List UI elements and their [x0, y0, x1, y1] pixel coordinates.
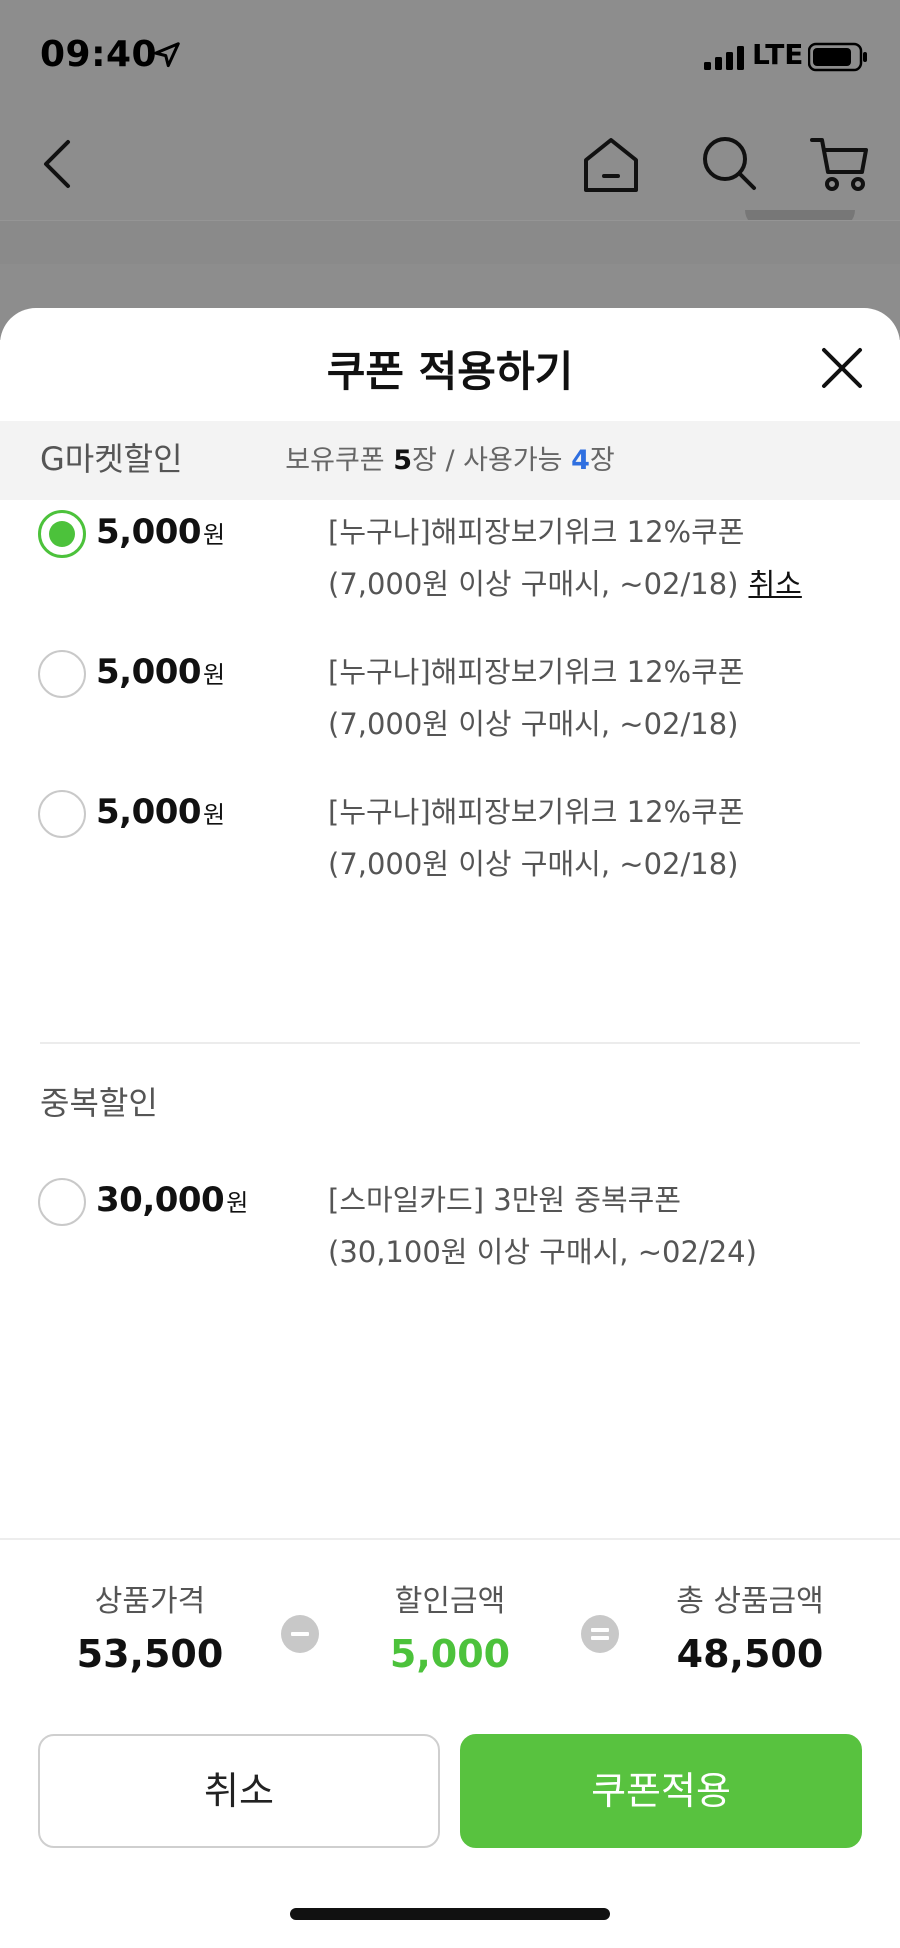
location-arrow-icon [154, 42, 180, 68]
coupon-condition: (30,100원 이상 구매시, ~02/24) [328, 1235, 757, 1269]
coupon-condition: (7,000원 이상 구매시, ~02/18) [328, 847, 739, 881]
cancel-button[interactable]: 취소 [38, 1734, 440, 1848]
back-icon[interactable] [38, 138, 78, 190]
discount-value: 5,000 [389, 1632, 511, 1676]
total-label: 총 상품금액 [676, 1584, 824, 1619]
coupon-name: [누구나]해피장보기위크 12%쿠폰 [328, 515, 745, 549]
background-overlay[interactable]: 09:40 LTE [0, 0, 900, 340]
coupon-amount: 5,000원 [96, 792, 225, 832]
coupon-description: [누구나]해피장보기위크 12%쿠폰 (7,000원 이상 구매시, ~02/1… [328, 646, 744, 750]
radio-unselected[interactable] [38, 790, 86, 838]
owned-unit: 장 / 사용가능 [412, 445, 572, 476]
coupon-name: [누구나]해피장보기위크 12%쿠폰 [328, 655, 745, 689]
radio-unselected[interactable] [38, 650, 86, 698]
battery-icon [808, 42, 867, 72]
equals-icon [581, 1615, 619, 1653]
coupon-name: [누구나]해피장보기위크 12%쿠폰 [328, 795, 745, 829]
product-price-value: 53,500 [76, 1632, 224, 1676]
owned-count: 5 [393, 445, 413, 476]
coupon-amount: 5,000원 [96, 652, 225, 692]
coupon-description: [스마일카드] 3만원 중복쿠폰 (30,100원 이상 구매시, ~02/24… [328, 1174, 757, 1278]
coupon-option[interactable]: 5,000원 [누구나]해피장보기위크 12%쿠폰 (7,000원 이상 구매시… [0, 784, 900, 894]
coupon-option[interactable]: 5,000원 [누구나]해피장보기위크 12%쿠폰 (7,000원 이상 구매시… [0, 504, 900, 614]
coupon-name: [스마일카드] 3만원 중복쿠폰 [328, 1183, 681, 1217]
home-icon[interactable] [580, 134, 642, 196]
total-price: 총 상품금액 48,500 [620, 1576, 880, 1676]
total-value: 48,500 [676, 1632, 824, 1676]
coupon-option[interactable]: 5,000원 [누구나]해피장보기위크 12%쿠폰 (7,000원 이상 구매시… [0, 644, 900, 754]
coupon-amount: 5,000원 [96, 512, 225, 552]
status-time: 09:40 [40, 34, 158, 75]
product-price: 상품가격 53,500 [20, 1576, 280, 1676]
discount-label: 할인금액 [394, 1584, 506, 1619]
coupon-amount: 30,000원 [96, 1180, 248, 1220]
minus-icon [281, 1615, 319, 1653]
coupon-description: [누구나]해피장보기위크 12%쿠폰 (7,000원 이상 구매시, ~02/1… [328, 506, 802, 610]
available-count: 4 [571, 445, 590, 476]
coupon-condition: (7,000원 이상 구매시, ~02/18) [328, 567, 739, 601]
owned-label: 보유쿠폰 [285, 445, 394, 476]
discount-amount: 할인금액 5,000 [320, 1576, 580, 1676]
section-title-duplicate: 중복할인 [40, 1084, 158, 1122]
apply-coupon-button[interactable]: 쿠폰적용 [460, 1734, 862, 1848]
signal-icon [704, 46, 744, 70]
section-divider [40, 1042, 860, 1044]
coupon-option[interactable]: 30,000원 [스마일카드] 3만원 중복쿠폰 (30,100원 이상 구매시… [0, 1172, 900, 1282]
product-price-label: 상품가격 [94, 1584, 206, 1619]
cart-icon[interactable] [810, 134, 870, 194]
footer-divider [0, 1538, 900, 1540]
background-content-strip [0, 220, 900, 264]
home-indicator [290, 1908, 610, 1920]
status-bar: 09:40 LTE [0, 0, 900, 110]
radio-selected[interactable] [38, 510, 86, 558]
search-icon[interactable] [700, 134, 758, 192]
sheet-title: 쿠폰 적용하기 [326, 347, 574, 396]
coupon-condition: (7,000원 이상 구매시, ~02/18) [328, 707, 739, 741]
section-title-gmarket: G마켓할인 [40, 440, 183, 478]
radio-unselected[interactable] [38, 1178, 86, 1226]
coupon-description: [누구나]해피장보기위크 12%쿠폰 (7,000원 이상 구매시, ~02/1… [328, 786, 744, 890]
available-unit: 장 [589, 445, 615, 476]
close-icon[interactable] [818, 344, 866, 392]
coupon-cancel-link[interactable]: 취소 [748, 567, 801, 601]
coupon-sheet: 쿠폰 적용하기 보유쿠폰 5장 / 사용가능 4장 G마켓할인 5,000원 [… [0, 308, 900, 1948]
network-label: LTE [752, 38, 804, 71]
